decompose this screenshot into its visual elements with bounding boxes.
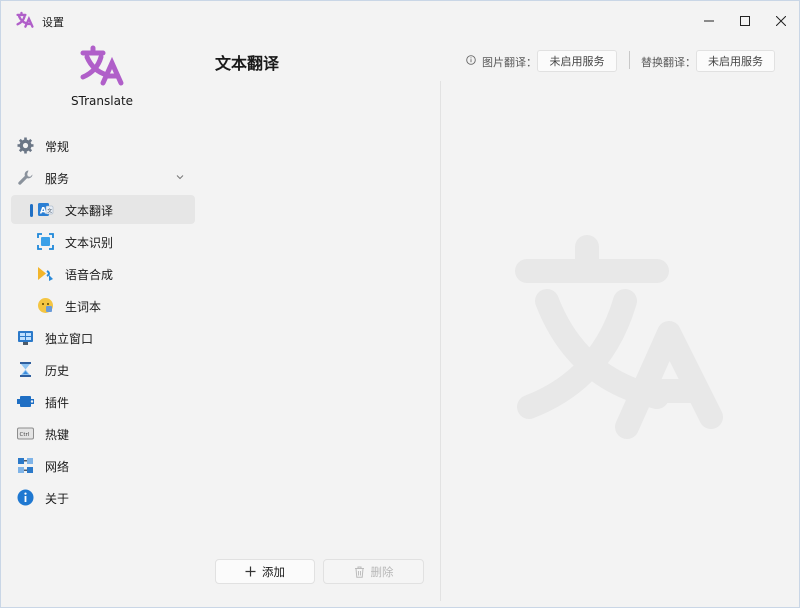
sidebar-item-about[interactable]: 关于 <box>11 483 195 512</box>
hourglass-icon <box>20 362 31 377</box>
sidebar-item-label: 历史 <box>45 364 70 378</box>
divider <box>629 51 630 69</box>
text-translate-icon: A 文 <box>38 203 54 217</box>
chevron-down-icon[interactable] <box>174 171 186 183</box>
settings-window: 设置 STranslate 常规 服务 A 文 文本翻译 文本识别 语音合成 生… <box>0 0 800 608</box>
replace-translate-service-button[interactable]: 未启用服务 <box>696 50 775 72</box>
sidebar-item-label: 关于 <box>45 492 70 506</box>
window-icon <box>18 331 33 345</box>
sidebar-item-text-recognition[interactable]: 文本识别 <box>11 227 195 256</box>
title-bar[interactable]: 设置 <box>1 1 800 41</box>
sidebar-item-history[interactable]: 历史 <box>11 355 195 384</box>
maximize-icon <box>740 16 750 26</box>
wrench-icon <box>18 170 33 185</box>
close-icon <box>776 16 786 26</box>
add-label: 添加 <box>262 564 285 579</box>
plus-icon <box>245 566 256 577</box>
window-title: 设置 <box>42 16 64 29</box>
sidebar-item-label: 独立窗口 <box>45 332 94 346</box>
sidebar-item-label: 语音合成 <box>65 268 114 282</box>
empty-state-logo-icon <box>515 235 723 439</box>
sidebar-item-label: 生词本 <box>65 300 102 314</box>
minimize-button[interactable] <box>691 1 727 41</box>
maximize-button[interactable] <box>727 1 763 41</box>
replace-translate-label: 替换翻译： <box>641 56 696 69</box>
add-service-button[interactable]: 添加 <box>215 559 315 584</box>
app-name: STranslate <box>70 94 134 108</box>
delete-service-button[interactable]: 删除 <box>323 559 424 584</box>
sidebar-item-general[interactable]: 常规 <box>11 131 195 160</box>
sidebar-item-text-translate[interactable]: A 文 文本翻译 <box>11 195 195 224</box>
network-icon <box>18 458 33 473</box>
pane-divider <box>440 81 441 601</box>
sidebar-item-plugins[interactable]: 插件 <box>11 387 195 416</box>
ocr-scan-icon <box>37 233 54 250</box>
sidebar-item-label: 常规 <box>45 140 70 154</box>
delete-label: 删除 <box>370 564 394 579</box>
sidebar-item-label: 插件 <box>45 396 70 410</box>
sidebar: STranslate 常规 服务 A 文 文本翻译 文本识别 语音合成 生词本 … <box>1 41 201 608</box>
app-icon <box>16 11 34 28</box>
sidebar-item-network[interactable]: 网络 <box>11 451 195 480</box>
app-logo-icon <box>80 45 124 86</box>
sidebar-item-services[interactable]: 服务 <box>11 163 195 192</box>
sidebar-item-speech[interactable]: 语音合成 <box>11 259 195 288</box>
speech-icon <box>38 267 53 281</box>
svg-text:文: 文 <box>47 208 52 215</box>
sidebar-item-label: 热键 <box>45 428 70 442</box>
sidebar-item-label: 文本识别 <box>65 236 114 250</box>
keyboard-icon: Ctrl <box>17 427 34 440</box>
trash-icon <box>354 566 364 578</box>
page-title: 文本翻译 <box>215 54 280 73</box>
svg-text:Ctrl: Ctrl <box>20 432 30 438</box>
minimize-icon <box>704 20 714 22</box>
image-translate-label: 图片翻译： <box>482 56 537 69</box>
sidebar-item-standalone-window[interactable]: 独立窗口 <box>11 323 195 352</box>
plugin-icon <box>17 396 34 407</box>
info-icon <box>17 489 34 506</box>
gear-icon <box>17 137 34 154</box>
image-translate-service-button[interactable]: 未启用服务 <box>537 50 617 72</box>
info-circle-icon[interactable] <box>466 55 476 65</box>
close-button[interactable] <box>763 1 799 41</box>
active-indicator <box>30 204 33 217</box>
sidebar-item-label: 服务 <box>45 172 70 186</box>
sidebar-item-hotkeys[interactable]: Ctrl 热键 <box>11 419 195 448</box>
vocabulary-icon <box>38 298 53 313</box>
sidebar-item-label: 网络 <box>45 460 70 474</box>
sidebar-item-vocabulary[interactable]: 生词本 <box>11 291 195 320</box>
sidebar-item-label: 文本翻译 <box>65 204 114 218</box>
